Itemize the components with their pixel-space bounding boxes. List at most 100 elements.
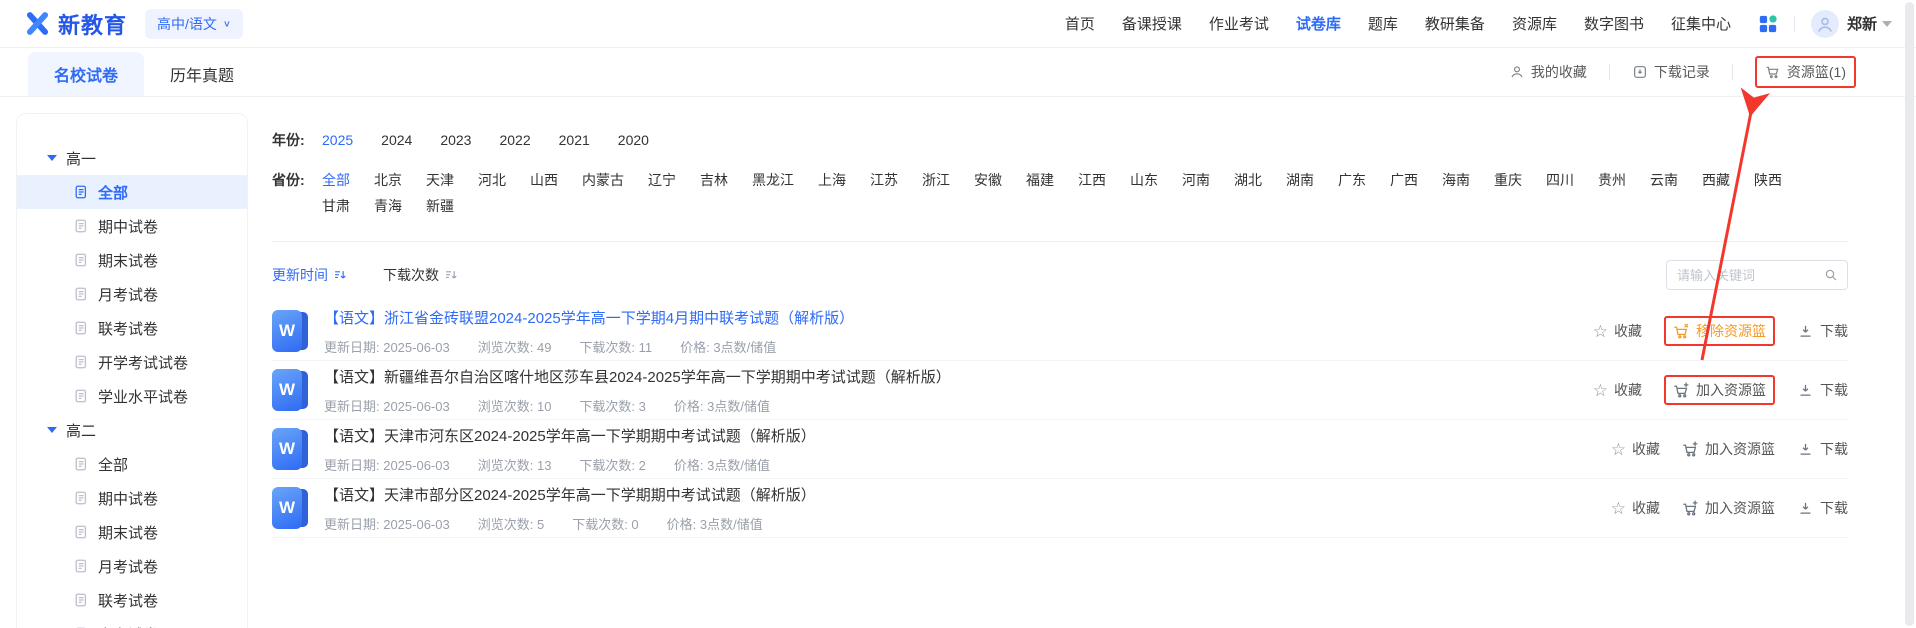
cart-icon (1766, 66, 1779, 79)
favorite-button[interactable]: ☆ 收藏 (1611, 498, 1660, 518)
year-option-2020[interactable]: 2020 (618, 127, 649, 153)
nav-item-题库[interactable]: 题库 (1368, 13, 1398, 34)
avatar[interactable] (1810, 9, 1839, 38)
basket-toggle-button[interactable]: 加入资源篮 (1682, 439, 1775, 459)
province-option-甘肃[interactable]: 甘肃 (322, 193, 350, 219)
province-option-海南[interactable]: 海南 (1442, 167, 1470, 193)
favorite-button[interactable]: ☆ 收藏 (1593, 321, 1642, 341)
province-option-湖南[interactable]: 湖南 (1286, 167, 1314, 193)
province-option-湖北[interactable]: 湖北 (1234, 167, 1262, 193)
search-icon[interactable] (1823, 267, 1839, 283)
sidebar-item-开学考试试卷[interactable]: 开学考试试卷 (17, 345, 247, 379)
province-option-江苏[interactable]: 江苏 (870, 167, 898, 193)
basket-toggle-button[interactable]: 加入资源篮 (1682, 498, 1775, 518)
page-scrollbar[interactable] (1905, 2, 1914, 626)
province-option-贵州[interactable]: 贵州 (1598, 167, 1626, 193)
province-option-江西[interactable]: 江西 (1078, 167, 1106, 193)
province-option-山西[interactable]: 山西 (530, 167, 558, 193)
sidebar-item-全部[interactable]: 全部 (17, 447, 247, 481)
sort-下载次数[interactable]: 下载次数 (383, 265, 458, 285)
basket-toggle-button[interactable]: 移除资源篮 (1664, 316, 1775, 346)
year-option-2021[interactable]: 2021 (559, 127, 590, 153)
download-button[interactable]: 下载 (1797, 380, 1848, 400)
nav-item-资源库[interactable]: 资源库 (1512, 13, 1557, 34)
favorite-button[interactable]: ☆ 收藏 (1593, 380, 1642, 400)
paper-actions: ☆ 收藏 加入资源篮 下载 (1593, 375, 1848, 405)
province-option-吉林[interactable]: 吉林 (700, 167, 728, 193)
sidebar-item-学业水平试卷[interactable]: 学业水平试卷 (17, 379, 247, 413)
paper-title-link[interactable]: 【语文】浙江省金砖联盟2024-2025学年高一下学期4月期中联考试题（解析版） (324, 307, 1593, 328)
province-option-北京[interactable]: 北京 (374, 167, 402, 193)
province-option-浙江[interactable]: 浙江 (922, 167, 950, 193)
category-sidebar: 高一 全部 期中试卷 期末试卷 月考试卷 联考试卷 开学考试试卷 学业水平试卷 高二 全部 期中试卷… (16, 113, 248, 628)
province-option-安徽[interactable]: 安徽 (974, 167, 1002, 193)
sidebar-item-期末试卷[interactable]: 期末试卷 (17, 243, 247, 277)
province-option-全部[interactable]: 全部 (322, 167, 350, 193)
paper-title-link[interactable]: 【语文】天津市河东区2024-2025学年高一下学期期中考试试题（解析版） (324, 425, 1611, 446)
province-option-青海[interactable]: 青海 (374, 193, 402, 219)
nav-item-数字图书[interactable]: 数字图书 (1584, 13, 1644, 34)
province-option-重庆[interactable]: 重庆 (1494, 167, 1522, 193)
resource-basket-link[interactable]: 资源篮(1) (1765, 62, 1846, 82)
sidebar-item-高考试卷[interactable]: 高考试卷 (17, 617, 247, 628)
download-count: 下载次数: 11 (579, 339, 653, 355)
province-option-广西[interactable]: 广西 (1390, 167, 1418, 193)
province-option-河北[interactable]: 河北 (478, 167, 506, 193)
basket-toggle-button[interactable]: 加入资源篮 (1664, 375, 1775, 405)
download-button[interactable]: 下载 (1797, 498, 1848, 518)
sidebar-item-联考试卷[interactable]: 联考试卷 (17, 583, 247, 617)
year-option-2025[interactable]: 2025 (322, 127, 353, 153)
nav-item-首页[interactable]: 首页 (1065, 13, 1095, 34)
sidebar-item-联考试卷[interactable]: 联考试卷 (17, 311, 247, 345)
user-menu-caret-icon[interactable] (1882, 20, 1892, 27)
province-option-广东[interactable]: 广东 (1338, 167, 1366, 193)
province-option-西藏[interactable]: 西藏 (1702, 167, 1730, 193)
nav-item-备课授课[interactable]: 备课授课 (1122, 13, 1182, 34)
search-input[interactable] (1666, 260, 1848, 290)
province-option-云南[interactable]: 云南 (1650, 167, 1678, 193)
nav-item-征集中心[interactable]: 征集中心 (1671, 13, 1731, 34)
tree-group-高二[interactable]: 高二 (17, 413, 247, 447)
year-option-2022[interactable]: 2022 (499, 127, 530, 153)
user-name[interactable]: 郑新 (1847, 13, 1877, 34)
sidebar-item-期中试卷[interactable]: 期中试卷 (17, 209, 247, 243)
nav-item-作业考试[interactable]: 作业考试 (1209, 13, 1269, 34)
apps-grid-icon[interactable] (1758, 14, 1778, 34)
download-icon (1800, 443, 1811, 455)
year-option-2024[interactable]: 2024 (381, 127, 412, 153)
favorite-button[interactable]: ☆ 收藏 (1611, 439, 1660, 459)
province-option-四川[interactable]: 四川 (1546, 167, 1574, 193)
province-option-辽宁[interactable]: 辽宁 (648, 167, 676, 193)
sidebar-item-期末试卷[interactable]: 期末试卷 (17, 515, 247, 549)
paper-actions: ☆ 收藏 移除资源篮 下载 (1593, 316, 1848, 346)
province-option-陕西[interactable]: 陕西 (1754, 167, 1782, 193)
tab-历年真题[interactable]: 历年真题 (144, 52, 260, 96)
nav-item-试卷库[interactable]: 试卷库 (1296, 13, 1341, 34)
sort-更新时间[interactable]: 更新时间 (272, 265, 347, 285)
province-option-福建[interactable]: 福建 (1026, 167, 1054, 193)
province-option-内蒙古[interactable]: 内蒙古 (582, 167, 624, 193)
province-option-河南[interactable]: 河南 (1182, 167, 1210, 193)
subject-selector[interactable]: 高中/语文 ∨ (145, 8, 243, 39)
province-option-天津[interactable]: 天津 (426, 167, 454, 193)
province-option-山东[interactable]: 山东 (1130, 167, 1158, 193)
year-filter-label: 年份: (272, 132, 305, 148)
download-icon (1800, 502, 1811, 514)
paper-title-link[interactable]: 【语文】新疆维吾尔自治区喀什地区莎车县2024-2025学年高一下学期期中考试试… (324, 366, 1593, 387)
my-favorites-link[interactable]: 我的收藏 (1509, 62, 1587, 82)
year-option-2023[interactable]: 2023 (440, 127, 471, 153)
tab-名校试卷[interactable]: 名校试卷 (28, 52, 145, 96)
sidebar-item-月考试卷[interactable]: 月考试卷 (17, 277, 247, 311)
sidebar-item-全部[interactable]: 全部 (17, 175, 247, 209)
province-option-上海[interactable]: 上海 (818, 167, 846, 193)
sidebar-item-期中试卷[interactable]: 期中试卷 (17, 481, 247, 515)
download-button[interactable]: 下载 (1797, 321, 1848, 341)
download-button[interactable]: 下载 (1797, 439, 1848, 459)
tree-group-高一[interactable]: 高一 (17, 141, 247, 175)
nav-item-教研集备[interactable]: 教研集备 (1425, 13, 1485, 34)
province-option-新疆[interactable]: 新疆 (426, 193, 454, 219)
sidebar-item-月考试卷[interactable]: 月考试卷 (17, 549, 247, 583)
province-option-黑龙江[interactable]: 黑龙江 (752, 167, 794, 193)
download-history-link[interactable]: 下载记录 (1632, 62, 1710, 82)
paper-title-link[interactable]: 【语文】天津市部分区2024-2025学年高一下学期期中考试试题（解析版） (324, 484, 1611, 505)
